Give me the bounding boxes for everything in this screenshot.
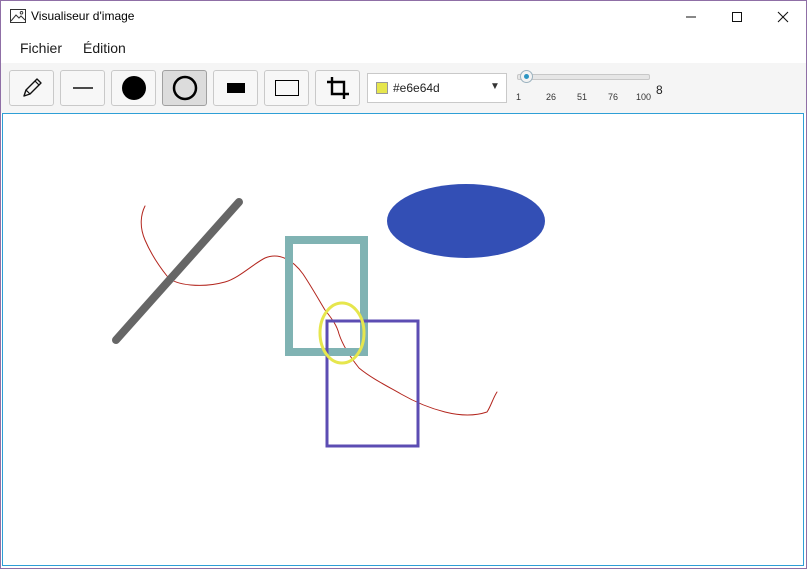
color-swatch [376,82,388,94]
circle-outline-icon [172,75,197,101]
rectangle-outline-icon [274,80,299,96]
line-icon [72,87,93,89]
app-window: Visualiseur d'image Fichier Édition #e6e… [0,0,807,569]
ellipse-outline-tool-button[interactable] [162,70,207,106]
slider-tick-label: 51 [577,92,588,102]
drawing-canvas[interactable] [2,113,804,566]
thickness-slider-thumb[interactable] [520,70,533,83]
filled-rectangle-icon [226,83,245,93]
color-value: #e6e64d [393,81,440,95]
window-title: Visualiseur d'image [31,9,135,23]
crop-tool-button[interactable] [315,70,360,106]
minimize-button[interactable] [668,1,714,32]
menu-fichier[interactable]: Fichier [20,40,62,56]
filled-circle-icon [121,76,146,100]
close-icon [777,11,789,22]
menu-bar: Fichier Édition [1,32,806,62]
slider-tick-label: 76 [608,92,619,102]
pencil-tool-button[interactable] [9,70,54,106]
image-icon [10,9,26,23]
canvas-drawing [112,184,545,448]
maximize-icon [732,11,742,22]
maximize-button[interactable] [714,1,760,32]
color-dropdown[interactable]: #e6e64d ▼ [367,73,507,103]
grey-line [112,198,243,344]
crop-icon [326,77,349,99]
thickness-slider-track[interactable] [517,74,650,80]
chevron-down-icon: ▼ [490,81,500,92]
close-button[interactable] [760,1,806,32]
filled-rectangle-tool-button[interactable] [213,70,258,106]
line-tool-button[interactable] [60,70,105,106]
slider-tick-label: 100 [636,92,652,102]
slider-tick-label: 1 [516,92,522,102]
minimize-icon [686,16,696,17]
title-bar[interactable]: Visualiseur d'image [1,1,806,32]
menu-edition[interactable]: Édition [83,40,126,56]
toolbar: #e6e64d ▼ 1 26 51 76 100 8 [1,63,806,113]
slider-tick-label: 26 [546,92,557,102]
pencil-icon [22,78,42,97]
rectangle-outline-tool-button[interactable] [264,70,309,106]
blue-filled-ellipse [387,184,545,258]
filled-ellipse-tool-button[interactable] [111,70,156,106]
purple-rectangle [325,319,420,448]
thickness-value: 8 [656,83,663,97]
